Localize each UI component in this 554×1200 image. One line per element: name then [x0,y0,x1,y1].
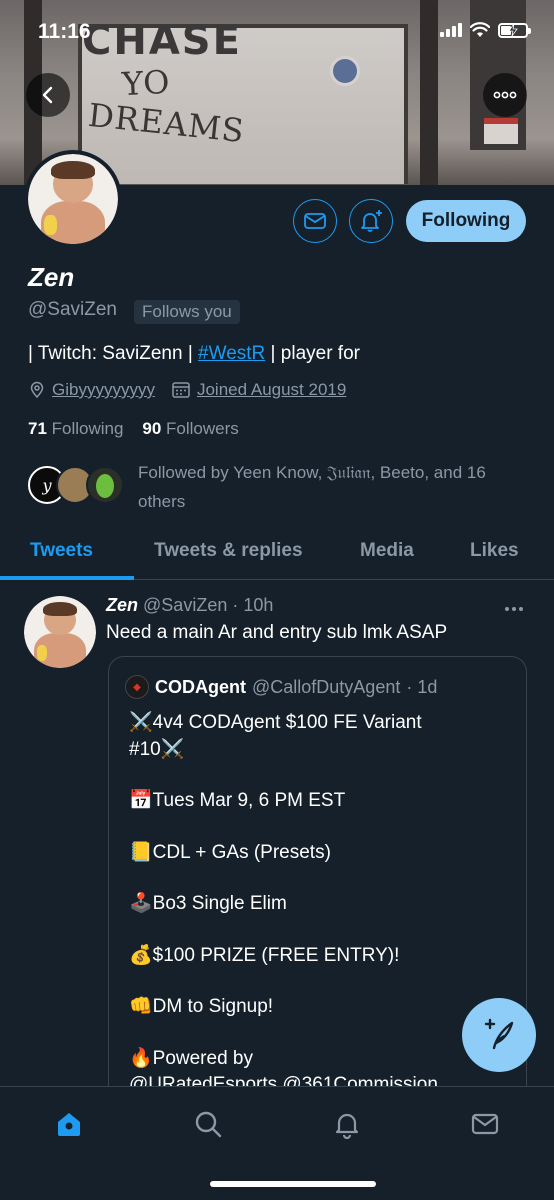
avatar-image [24,596,96,668]
following-count: 71 [28,419,47,438]
tweet-author-handle[interactable]: @SaviZen [143,595,227,615]
quote-line: #10⚔️ [129,739,185,760]
bio-hashtag-link[interactable]: #WestR [198,343,265,364]
follower-avatar[interactable] [86,466,124,504]
cellular-signal-icon [440,23,462,37]
quote-line: 📒CDL + GAs (Presets) [129,842,331,863]
profile-avatar[interactable] [24,150,122,248]
quote-line: 🔥Powered by [129,1048,253,1069]
quote-line: 👊DM to Signup! [129,996,274,1017]
search-icon [195,1111,222,1138]
tweet-time: · 10h [232,595,274,615]
profile-name: Zen [28,262,75,292]
banner-sign-title: CHASE [82,18,242,64]
home-indicator [210,1181,376,1187]
tab-likes[interactable]: Likes [470,540,519,562]
back-button[interactable] [26,73,70,117]
bio-prefix: | Twitch: SaviZenn | [28,343,199,364]
chase-logo-icon [330,56,360,86]
quote-line: 💰$100 PRIZE (FREE ENTRY)! [129,945,400,966]
compose-tweet-button[interactable] [462,998,536,1072]
active-tab-indicator [0,576,134,580]
tweet-author-name[interactable]: Zen [106,595,138,615]
home-icon [58,1113,80,1136]
notifications-button[interactable] [349,199,393,243]
followers-count: 90 [142,419,162,438]
codagent-avatar: ◆ [125,675,149,699]
tweet-text: Need a main Ar and entry sub lmk ASAP [106,622,448,643]
location-link[interactable]: Gibyyyyyyyyy [52,380,155,400]
more-options-button[interactable] [483,73,527,117]
following-button[interactable]: Following [406,200,526,242]
tweet-header: Zen @SaviZen · 10h [106,595,273,616]
quoted-time: · 1d [406,676,438,697]
following-count-link[interactable]: 71 Following [28,419,123,438]
more-icon [505,607,523,611]
tweet-more-button[interactable] [504,592,524,618]
bio-suffix: | player for [265,343,360,364]
tab-tweets-replies[interactable]: Tweets & replies [154,540,303,562]
banner-street-sign [484,118,518,144]
battery-icon [498,22,531,38]
chevron-left-icon [42,86,53,104]
tweet-avatar[interactable] [24,596,96,668]
wifi-icon [470,22,490,37]
message-button[interactable] [293,199,337,243]
status-icons [440,22,531,38]
quote-line: 📅Tues Mar 9, 6 PM EST [129,790,346,811]
feather-plus-icon [484,1018,514,1050]
followed-by-text[interactable]: Followed by Yeen Know, 𝔍𝔲𝔩𝔦𝔞𝔫, Beeto, an… [138,458,528,516]
quote-line: 🕹️Bo3 Single Elim [129,893,287,914]
quote-line: ⚔️4v4 CODAgent $100 FE Variant [129,712,422,733]
nav-messages[interactable] [468,1107,502,1141]
banner-graffiti-line1: YO [121,62,171,104]
profile-handle: @SaviZen [28,299,117,320]
profile-bio: | Twitch: SaviZenn | #WestR | player for [28,343,360,365]
calendar-icon [172,382,190,398]
tab-media[interactable]: Media [360,540,414,562]
bell-plus-icon [361,210,382,232]
follow-counts: 71 Following 90 Followers [28,419,239,439]
nav-notifications[interactable] [330,1107,364,1141]
followers-label: Followers [166,419,239,438]
mail-icon [471,1113,499,1135]
more-icon [493,91,517,99]
profile-tabs: Tweets Tweets & replies Media Likes [0,528,554,580]
quoted-author-name: CODAgent [155,676,246,697]
avatar-image [28,154,118,244]
nav-home[interactable] [52,1107,86,1141]
quoted-author-handle: @CallofDutyAgent [252,676,401,697]
bell-icon [335,1113,359,1139]
location-icon [30,381,44,399]
envelope-icon [304,213,326,229]
follows-you-badge: Follows you [134,300,240,324]
following-label: Following [51,419,124,438]
nav-search[interactable] [191,1107,225,1141]
joined-date[interactable]: Joined August 2019 [197,380,346,400]
tab-tweets[interactable]: Tweets [30,540,93,562]
followers-count-link[interactable]: 90 Followers [142,419,238,438]
quoted-tweet-header: ◆ CODAgent @CallofDutyAgent · 1d [125,675,437,699]
banner-pole [420,0,438,185]
profile-meta: Gibyyyyyyyyy Joined August 2019 [28,380,346,400]
status-time: 11:16 [38,20,91,43]
